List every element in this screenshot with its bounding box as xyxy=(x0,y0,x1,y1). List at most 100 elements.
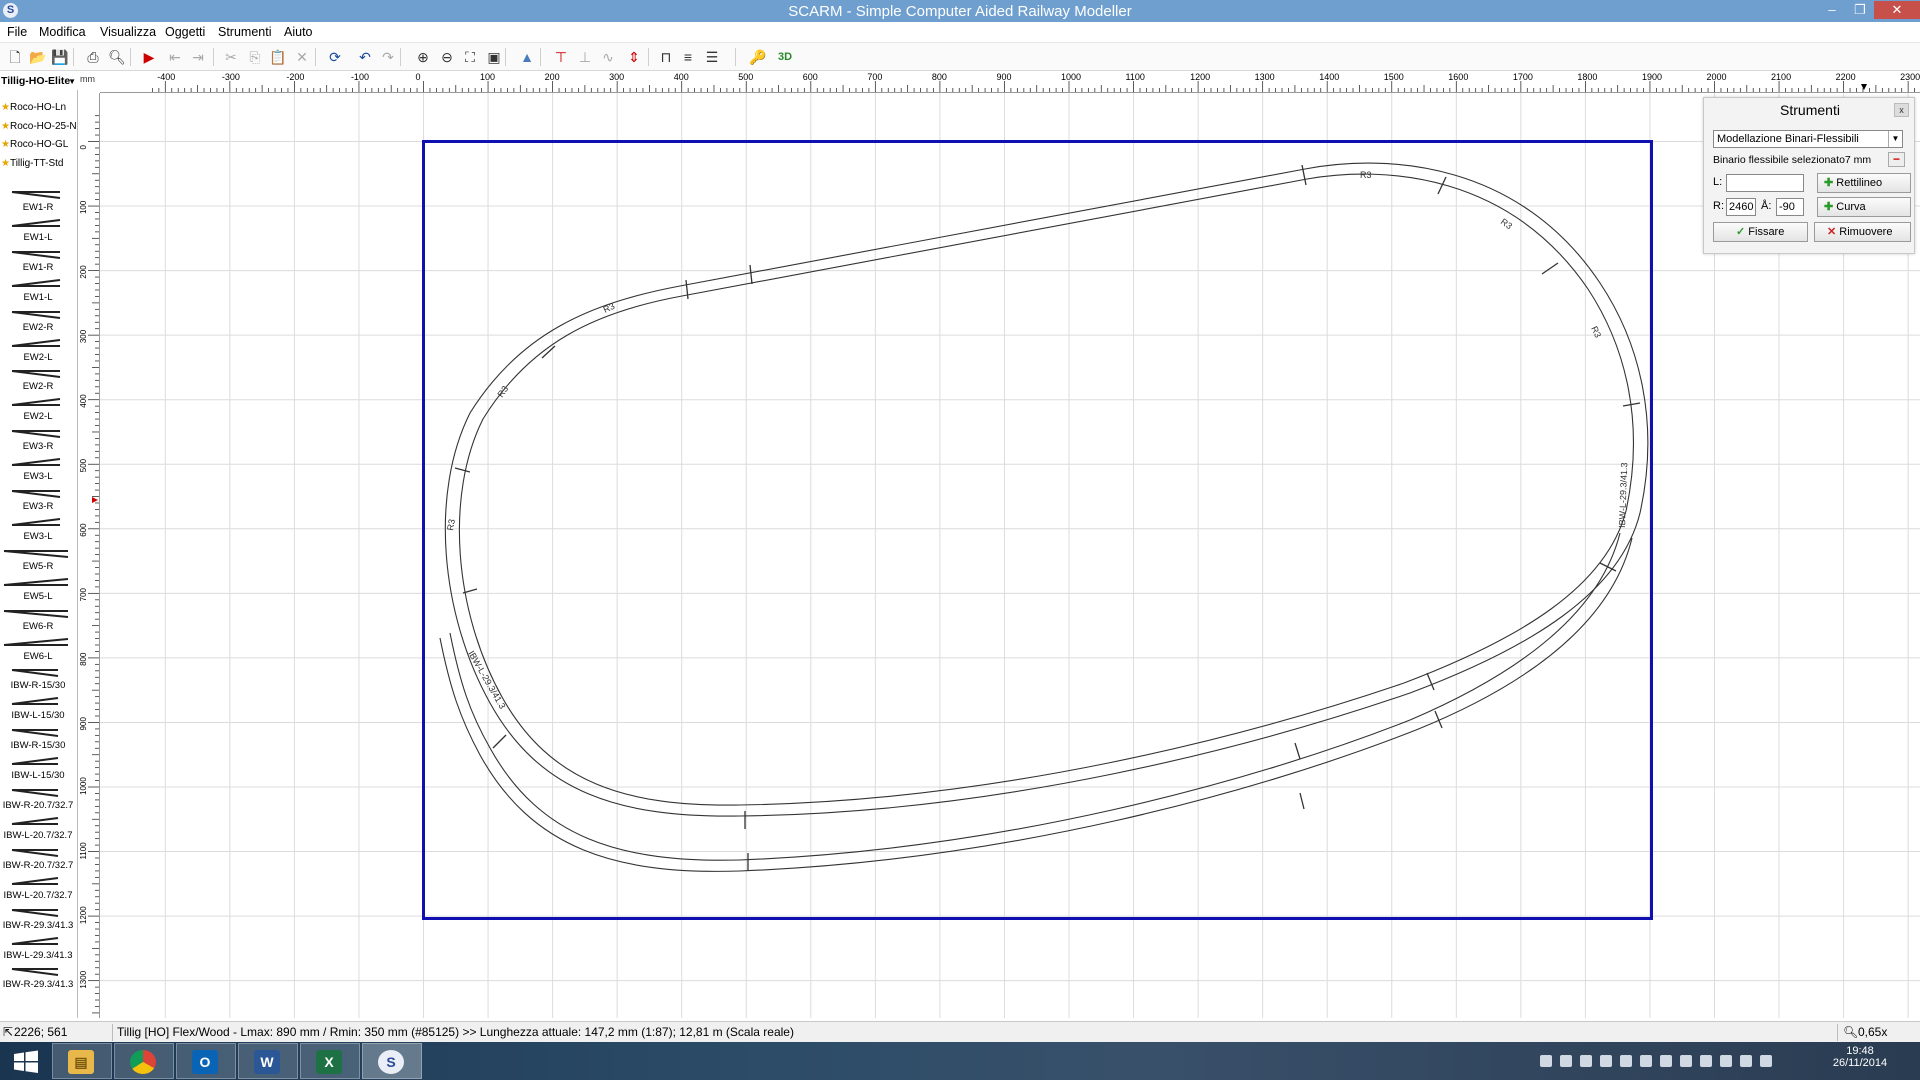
track-library-item[interactable]: IBW-L-15/30 xyxy=(0,753,76,783)
open-folder-icon[interactable]: 📂 xyxy=(28,47,48,67)
action-center-icon[interactable] xyxy=(1720,1055,1732,1067)
taskbar-outlook[interactable]: O xyxy=(176,1043,236,1079)
start-button[interactable] xyxy=(0,1043,52,1079)
skip-forward-icon[interactable]: ⇥ xyxy=(188,47,208,67)
menu-visualizza[interactable]: Visualizza xyxy=(100,25,156,39)
skip-back-icon[interactable]: ⇤ xyxy=(165,47,185,67)
menu-aiuto[interactable]: Aiuto xyxy=(284,25,313,39)
taskbar-scarm[interactable]: S xyxy=(362,1043,422,1079)
track-library-item[interactable]: EW2-R xyxy=(0,305,76,335)
onedrive-icon[interactable] xyxy=(1540,1055,1552,1067)
track-library-item[interactable]: IBW-R-15/30 xyxy=(0,663,76,693)
favorite-library-item[interactable]: ★Roco-HO-Ln xyxy=(1,102,66,113)
track-library-item[interactable]: IBW-L-29.3/41.3 xyxy=(0,933,76,963)
magnet-icon[interactable]: ⟳ xyxy=(325,47,345,67)
track-library-item[interactable]: IBW-R-20.7/32.7 xyxy=(0,783,76,813)
layout-canvas[interactable]: R3 R3 R3 R3 R3 R3 IBW-L-29.3/41.3 IBW-L-… xyxy=(100,93,1920,1018)
track-library-item[interactable]: IBW-R-15/30 xyxy=(0,723,76,753)
fix-button[interactable]: ✓ Fissare xyxy=(1713,222,1808,242)
magnifier-key-icon[interactable]: 🔑 xyxy=(748,47,768,67)
track-library-item[interactable]: IBW-L-20.7/32.7 xyxy=(0,813,76,843)
track-library-item[interactable]: IBW-L-20.7/32.7 xyxy=(0,873,76,903)
track-library-item[interactable]: EW3-R xyxy=(0,484,76,514)
restore-button[interactable]: ❐ xyxy=(1846,1,1874,19)
3d-view-icon[interactable]: 3D xyxy=(775,47,795,67)
track-library-item[interactable]: IBW-R-29.3/41.3 xyxy=(0,962,76,992)
track-flex-icon[interactable]: ∿ xyxy=(598,47,618,67)
bluetooth-icon[interactable] xyxy=(1580,1055,1592,1067)
redo-icon[interactable]: ↷ xyxy=(378,47,398,67)
zoom-out-icon[interactable]: ⊖ xyxy=(437,47,457,67)
speaker-icon[interactable] xyxy=(1660,1055,1672,1067)
tools-panel-close-button[interactable]: x xyxy=(1894,103,1909,117)
mode-select[interactable]: Modellazione Binari-Flessibili ▼ xyxy=(1713,130,1903,148)
display-icon[interactable] xyxy=(1620,1055,1632,1067)
track-library-item[interactable]: EW1-R xyxy=(0,185,76,215)
menu-file[interactable]: File xyxy=(7,25,27,39)
track-library-item[interactable]: EW3-L xyxy=(0,454,76,484)
track-library-item[interactable]: IBW-R-29.3/41.3 xyxy=(0,903,76,933)
favorite-library-item[interactable]: ★Roco-HO-GL xyxy=(1,139,68,150)
track-library-item[interactable]: EW2-L xyxy=(0,335,76,365)
track-library-item[interactable]: EW6-L xyxy=(0,634,76,664)
curve-button[interactable]: ✚ Curva xyxy=(1817,197,1911,217)
copy-icon[interactable]: ⎘ xyxy=(245,47,265,67)
volume-icon[interactable] xyxy=(1760,1055,1772,1067)
network-icon[interactable] xyxy=(1600,1055,1612,1067)
menu-modifica[interactable]: Modifica xyxy=(39,25,86,39)
track-split-icon[interactable]: ⊤ xyxy=(551,47,571,67)
background-image-icon[interactable]: ▲ xyxy=(517,47,537,67)
track-library-item[interactable]: EW3-R xyxy=(0,424,76,454)
zoom-fit-icon[interactable]: ⛶ xyxy=(460,47,480,67)
track-library-item[interactable]: EW5-R xyxy=(0,544,76,574)
zoom-100-icon[interactable]: ▣ xyxy=(484,47,504,67)
track-library-item[interactable]: EW3-L xyxy=(0,514,76,544)
minimize-button[interactable]: – xyxy=(1818,1,1846,19)
height-icon[interactable]: ⇕ xyxy=(624,47,644,67)
undo-icon[interactable]: ↶ xyxy=(355,47,375,67)
close-button[interactable]: ✕ xyxy=(1874,1,1920,19)
wifi-icon[interactable] xyxy=(1740,1055,1752,1067)
track-library-item[interactable]: EW2-L xyxy=(0,394,76,424)
battery-icon[interactable] xyxy=(1680,1055,1692,1067)
taskbar-file-explorer[interactable]: ▤ xyxy=(52,1043,112,1079)
track-join-icon[interactable]: ⊥ xyxy=(575,47,595,67)
track-layout[interactable]: R3 R3 R3 R3 R3 R3 IBW-L-29.3/41.3 IBW-L-… xyxy=(439,162,1649,872)
track-library-item[interactable]: EW6-R xyxy=(0,604,76,634)
new-file-icon[interactable]: 🗋 xyxy=(5,47,25,67)
delete-icon[interactable]: ✕ xyxy=(292,47,312,67)
flag-icon[interactable] xyxy=(1700,1055,1712,1067)
taskbar-word[interactable]: W xyxy=(238,1043,298,1079)
track-library-item[interactable]: IBW-R-20.7/32.7 xyxy=(0,843,76,873)
print-preview-icon[interactable]: 🔍︎ xyxy=(107,47,127,67)
angle-input[interactable]: -90 xyxy=(1776,198,1804,216)
menu-oggetti[interactable]: Oggetti xyxy=(165,25,205,39)
menu-strumenti[interactable]: Strumenti xyxy=(218,25,272,39)
length-input[interactable] xyxy=(1726,174,1804,192)
favorite-library-item[interactable]: ★Tillig-TT-Std xyxy=(1,158,64,169)
track-library-item[interactable]: EW1-R xyxy=(0,245,76,275)
rails-icon[interactable]: ≡ xyxy=(678,47,698,67)
favorite-library-item[interactable]: ★Roco-HO-25-NS xyxy=(1,121,77,132)
zoom-in-icon[interactable]: ⊕ xyxy=(413,47,433,67)
library-selector[interactable]: Tillig-HO-Elite ▼ xyxy=(0,73,78,90)
track-library-item[interactable]: IBW-L-15/30 xyxy=(0,693,76,723)
run-arrow-icon[interactable]: ▶ xyxy=(139,47,159,67)
layers-icon[interactable]: ☰ xyxy=(702,47,722,67)
bold-icon[interactable] xyxy=(1640,1055,1652,1067)
track-library-item[interactable]: EW5-L xyxy=(0,574,76,604)
save-icon[interactable]: 💾 xyxy=(50,47,70,67)
clock[interactable]: 19:48 26/11/2014 xyxy=(1820,1045,1900,1069)
deselect-button[interactable]: − xyxy=(1888,152,1905,167)
bridge-icon[interactable]: ⊓ xyxy=(656,47,676,67)
straight-button[interactable]: ✚ Rettilineo xyxy=(1817,173,1911,193)
track-library-item[interactable]: EW1-L xyxy=(0,215,76,245)
track-library-item[interactable]: EW1-L xyxy=(0,275,76,305)
taskbar-excel[interactable]: X xyxy=(300,1043,360,1079)
paste-icon[interactable]: 📋 xyxy=(268,47,288,67)
cut-icon[interactable]: ✂ xyxy=(221,47,241,67)
track-library-item[interactable]: EW2-R xyxy=(0,364,76,394)
print-icon[interactable]: ⎙ xyxy=(83,47,103,67)
radius-input[interactable]: 2460 xyxy=(1726,198,1756,216)
outlook-tray-icon[interactable] xyxy=(1560,1055,1572,1067)
